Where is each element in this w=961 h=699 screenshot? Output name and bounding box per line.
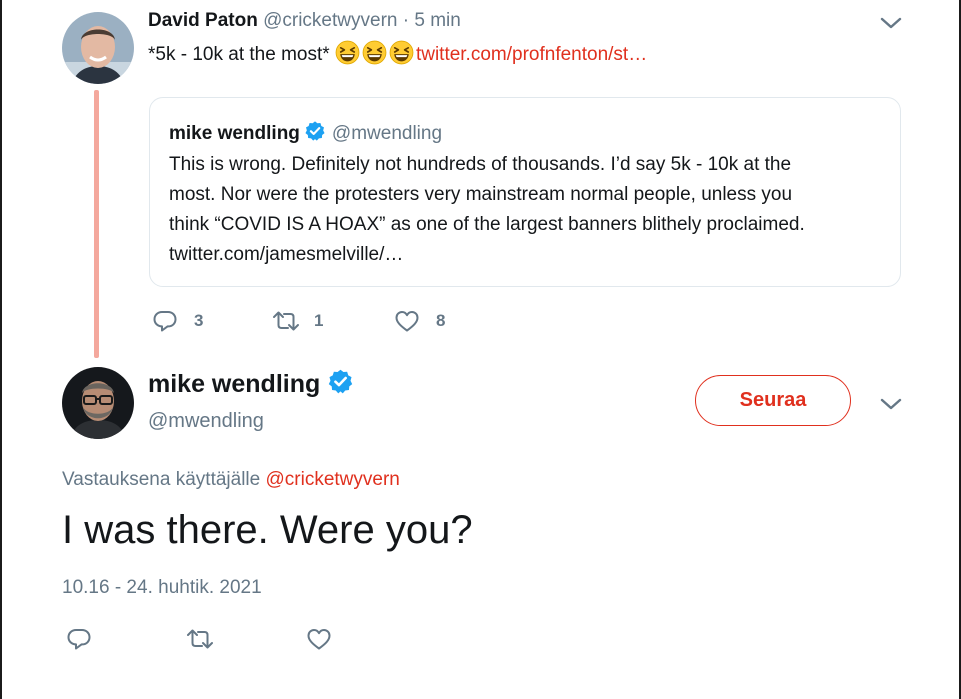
separator-dot: · — [402, 10, 410, 31]
reply-icon — [67, 629, 91, 650]
like-button[interactable] — [306, 627, 332, 651]
reply-count: 3 — [194, 311, 204, 330]
grinning-squinting-face-icon — [389, 40, 414, 65]
parent-author-avatar[interactable] — [62, 12, 134, 84]
retweet-icon — [187, 629, 213, 649]
thread-connector-line — [94, 90, 99, 358]
retweet-button[interactable]: 1 — [272, 309, 394, 333]
follow-button[interactable]: Seuraa — [695, 375, 851, 426]
retweet-count: 1 — [314, 311, 324, 330]
retweet-button[interactable] — [186, 627, 306, 651]
parent-tweet-link[interactable]: twitter.com/profnfenton/st… — [416, 44, 647, 65]
verified-badge-icon — [305, 121, 325, 141]
main-tweet-actions — [66, 627, 332, 651]
quoted-author-name: mike wendling — [169, 123, 300, 144]
main-tweet-text: I was there. Were you? — [62, 508, 473, 552]
main-author-avatar[interactable] — [62, 367, 134, 439]
grinning-squinting-face-icon — [362, 40, 387, 65]
reply-button[interactable] — [66, 627, 186, 651]
reply-context: Vastauksena käyttäjälle @cricketwyvern — [62, 469, 400, 491]
retweet-icon — [273, 311, 299, 331]
main-author-name[interactable]: mike wendling — [148, 370, 320, 398]
quoted-author-handle: @mwendling — [331, 123, 443, 144]
grinning-squinting-face-icon — [335, 40, 360, 65]
main-author-handle[interactable]: @mwendling — [148, 410, 264, 433]
main-tweet-timestamp[interactable]: 10.16 - 24. huhtik. 2021 — [62, 577, 262, 599]
parent-tweet-body: *5k - 10k at the most* — [148, 44, 330, 65]
quoted-text-line: most. Nor were the protesters very mains… — [169, 184, 793, 205]
quoted-text-line: This is wrong. Definitely not hundreds o… — [169, 154, 792, 175]
main-author-name-row: mike wendling — [148, 368, 354, 399]
reply-icon — [153, 311, 177, 332]
parent-tweet-text: *5k - 10k at the most* twitter.com/profn… — [148, 40, 647, 66]
quoted-text-line: think “COVID IS A HOAX” as one of the la… — [169, 214, 805, 235]
quoted-tweet-card[interactable]: mike wendling @mwendling This is wrong. … — [149, 97, 901, 287]
reply-context-label: Vastauksena käyttäjälle — [62, 469, 261, 490]
parent-tweet-header: David Paton @cricketwyvern · 5 min — [148, 10, 461, 32]
emoji-group — [335, 40, 416, 65]
quoted-tweet-header: mike wendling @mwendling — [169, 120, 442, 145]
parent-tweet-actions: 3 1 8 — [152, 309, 445, 333]
like-count: 8 — [436, 311, 446, 330]
quoted-tweet-text: This is wrong. Definitely not hundreds o… — [169, 150, 889, 270]
heart-icon — [307, 629, 331, 650]
verified-badge-icon — [329, 369, 353, 394]
like-button[interactable]: 8 — [394, 309, 445, 333]
reply-button[interactable]: 3 — [152, 309, 272, 333]
parent-author-handle[interactable]: @cricketwyvern — [263, 10, 397, 31]
heart-icon — [395, 311, 419, 332]
reply-mention-link[interactable]: @cricketwyvern — [266, 469, 400, 490]
window-edge-left — [0, 0, 2, 699]
parent-tweet-time[interactable]: 5 min — [414, 10, 460, 31]
chevron-down-icon[interactable] — [880, 397, 902, 411]
parent-author-name[interactable]: David Paton — [148, 10, 258, 31]
chevron-down-icon[interactable] — [880, 16, 902, 30]
quoted-tweet-link[interactable]: twitter.com/jamesmelville/… — [169, 240, 889, 270]
